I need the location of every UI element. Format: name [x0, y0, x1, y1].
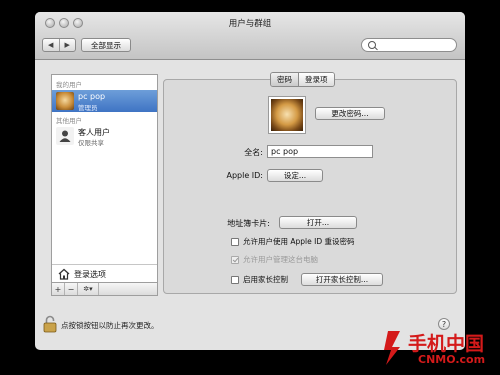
back-arrow-icon[interactable]: ◀ [43, 39, 59, 51]
house-icon [58, 268, 70, 280]
lion-avatar-icon [56, 92, 74, 110]
allow-admin-checkbox-row: 允许用户管理这台电脑 [231, 254, 318, 265]
change-password-button[interactable]: 更改密码... [315, 107, 385, 120]
lock-hint-text: 点按锁按钮以防止再次更改。 [61, 321, 159, 330]
watermark-sub-text: CNMO.com [418, 353, 486, 366]
open-parental-controls-button[interactable]: 打开家长控制... [301, 273, 383, 286]
full-name-label: 全名: [244, 148, 263, 157]
watermark-main-text: 手机中国 [408, 333, 485, 355]
forward-arrow-icon[interactable]: ▶ [58, 39, 76, 51]
parental-controls-label: 启用家长控制 [243, 275, 288, 284]
user-item-pc-pop[interactable]: pc pop 管理员 [52, 90, 157, 112]
other-users-header: 其他用户 [56, 117, 82, 125]
remove-user-button[interactable]: − [65, 283, 78, 295]
guest-user-icon [56, 127, 74, 145]
cnmo-watermark: 手机中国 CNMO.com [378, 327, 496, 371]
user-picture[interactable] [268, 96, 306, 134]
login-options-label: 登录选项 [74, 270, 106, 279]
allow-reset-checkbox[interactable] [231, 237, 239, 246]
lock-icon[interactable] [43, 315, 57, 333]
apple-id-set-button[interactable]: 设定... [267, 169, 323, 182]
add-user-button[interactable]: + [52, 283, 65, 295]
my-users-header: 我的用户 [56, 81, 82, 89]
preferences-window: 用户与群组 ◀ ▶ 全部显示 我的用户 pc pop 管理员 其他用户 客人用户… [35, 12, 465, 350]
open-address-card-button[interactable]: 打开... [279, 216, 357, 229]
allow-admin-checkbox [231, 255, 239, 264]
show-all-button[interactable]: 全部显示 [81, 38, 131, 52]
users-list: 我的用户 pc pop 管理员 其他用户 客人用户 仅限共享 登录选项 + − … [51, 74, 158, 296]
parental-controls-checkbox-row[interactable]: 启用家长控制 [231, 274, 288, 285]
tab-bar: 密码 登录项 [270, 72, 335, 87]
tab-login-items[interactable]: 登录项 [298, 73, 334, 86]
back-forward-control: ◀ ▶ [42, 38, 76, 52]
window-title: 用户与群组 [228, 19, 272, 29]
tab-password[interactable]: 密码 [271, 73, 298, 86]
allow-admin-label: 允许用户管理这台电脑 [243, 255, 318, 264]
allow-reset-label: 允许用户使用 Apple ID 重设密码 [243, 237, 355, 246]
lion-avatar-icon [271, 99, 303, 131]
gear-icon[interactable]: ✲▾ [78, 283, 99, 295]
address-card-label: 地址簿卡片: [227, 219, 270, 228]
apple-id-label: Apple ID: [226, 171, 263, 180]
cnmo-logo-icon [384, 331, 400, 365]
user-role: 仅限共享 [78, 139, 104, 147]
search-input[interactable] [361, 38, 457, 52]
list-control-bar: + − ✲▾ [52, 282, 157, 295]
user-item-guest[interactable]: 客人用户 仅限共享 [52, 125, 157, 147]
search-icon [368, 41, 376, 49]
titlebar: 用户与群组 ◀ ▶ 全部显示 [35, 12, 465, 60]
user-name: pc pop [78, 92, 106, 101]
full-name-field[interactable]: pc pop [267, 145, 373, 158]
login-options-item[interactable]: 登录选项 [52, 264, 157, 283]
parental-controls-checkbox[interactable] [231, 275, 239, 284]
user-role: 管理员 [78, 104, 98, 112]
allow-reset-checkbox-row[interactable]: 允许用户使用 Apple ID 重设密码 [231, 236, 355, 247]
